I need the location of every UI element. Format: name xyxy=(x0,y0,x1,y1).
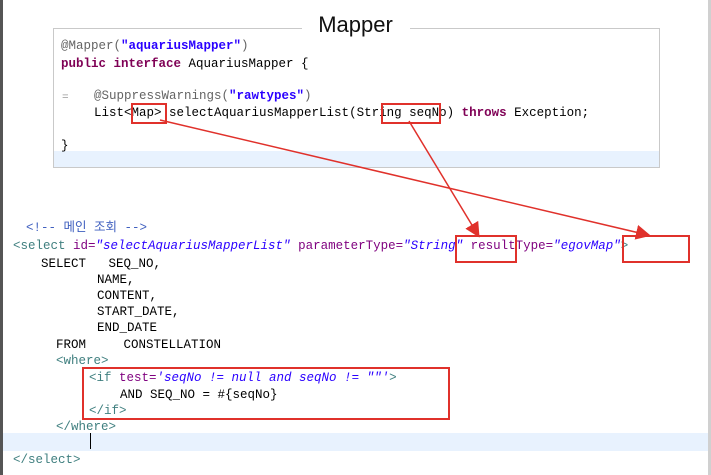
map-to-result-type-arrow xyxy=(159,119,651,240)
string-to-parameter-type-arrow xyxy=(408,120,480,238)
annotation-arrows xyxy=(159,119,651,240)
